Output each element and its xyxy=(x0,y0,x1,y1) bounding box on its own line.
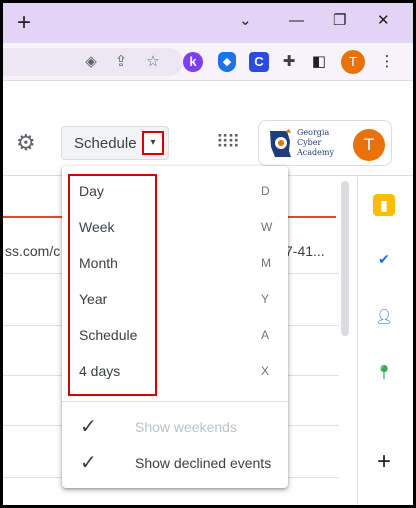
keep-icon[interactable]: ▮ xyxy=(373,194,395,216)
checkmark-icon: ✓ xyxy=(80,452,97,474)
bookmark-star-icon[interactable]: ☆ xyxy=(143,52,163,72)
chrome-menu-icon[interactable]: ⋮ xyxy=(377,52,397,72)
settings-gear-icon[interactable]: ⚙ xyxy=(16,130,36,156)
logo-line-1: Georgia xyxy=(297,128,330,137)
calendar-header: ⚙ Schedule ▾ ⠿⠿ Georgia Cyber Academy T xyxy=(3,82,413,176)
event-text-left[interactable]: ss.com/c xyxy=(5,243,60,259)
toggle-show-weekends: ✓ Show weekends xyxy=(62,408,288,444)
side-panel-icon[interactable]: ◧ xyxy=(309,52,329,72)
menu-item-label: 4 days xyxy=(79,363,121,379)
menu-item-label: Year xyxy=(79,291,108,307)
toggle-label: Show weekends xyxy=(135,419,237,435)
maps-pin-icon[interactable]: 📍︎ xyxy=(373,361,395,383)
scrollbar-thumb[interactable] xyxy=(341,181,349,336)
view-switcher-label: Schedule xyxy=(74,135,137,152)
menu-item-shortcut: X xyxy=(261,364,270,378)
toggle-label: Show declined events xyxy=(135,455,272,471)
profile-avatar[interactable]: T xyxy=(341,50,365,74)
minimize-button[interactable]: — xyxy=(289,11,304,31)
browser-toolbar: ◈ ⇪ ☆ k ◆ C ✚ ◧ T ⋮ xyxy=(3,43,413,81)
extension-k-icon[interactable]: k xyxy=(183,52,203,72)
new-tab-button[interactable]: + xyxy=(17,9,31,37)
toggle-show-declined-events[interactable]: ✓ Show declined events xyxy=(62,444,288,480)
side-panel: ▮ ✔ 👤︎ 📍︎ + xyxy=(357,177,413,505)
menu-item-month[interactable]: Month M xyxy=(62,246,288,282)
extensions-puzzle-icon[interactable]: ✚ xyxy=(279,52,299,72)
menu-item-shortcut: D xyxy=(261,184,270,198)
menu-item-label: Day xyxy=(79,183,104,199)
restore-button[interactable]: ❐ xyxy=(333,11,346,31)
menu-item-label: Week xyxy=(79,219,115,235)
georgia-cyber-academy-logo xyxy=(270,129,291,157)
lens-icon[interactable]: ◈ xyxy=(81,52,101,72)
extension-shield-icon[interactable]: ◆ xyxy=(218,52,236,72)
menu-item-year[interactable]: Year Y xyxy=(62,282,288,318)
menu-item-shortcut: W xyxy=(261,220,273,234)
tab-search-icon[interactable]: ⌄ xyxy=(239,11,252,31)
view-dropdown-menu: Day D Week W Month M Year Y Schedule A 4… xyxy=(62,166,288,488)
menu-item-shortcut: Y xyxy=(261,292,270,306)
google-apps-icon[interactable]: ⠿⠿ xyxy=(216,132,240,152)
menu-item-4-days[interactable]: 4 days X xyxy=(62,354,288,390)
title-bar: + ⌄ — ❐ ✕ xyxy=(3,3,413,43)
logo-line-2: Cyber xyxy=(297,138,322,147)
event-text-right[interactable]: 7-41... xyxy=(285,243,325,259)
menu-item-schedule[interactable]: Schedule A xyxy=(62,318,288,354)
menu-item-week[interactable]: Week W xyxy=(62,210,288,246)
account-avatar[interactable]: T xyxy=(353,129,385,161)
logo-line-3: Academy xyxy=(297,148,334,157)
share-icon[interactable]: ⇪ xyxy=(111,52,131,72)
contacts-icon[interactable]: 👤︎ xyxy=(373,305,395,327)
account-switcher[interactable]: Georgia Cyber Academy T xyxy=(258,120,392,166)
menu-item-label: Schedule xyxy=(79,327,138,343)
extension-c-icon[interactable]: C xyxy=(249,52,269,72)
logo-text: Georgia Cyber Academy xyxy=(297,128,334,158)
menu-item-day[interactable]: Day D xyxy=(62,174,288,210)
close-button[interactable]: ✕ xyxy=(377,11,390,31)
tasks-icon[interactable]: ✔ xyxy=(373,248,395,270)
browser-window: + ⌄ — ❐ ✕ ◈ ⇪ ☆ k ◆ C ✚ ◧ T ⋮ ⚙ Schedule… xyxy=(0,0,416,508)
view-switcher-button[interactable]: Schedule ▾ xyxy=(61,126,169,160)
menu-item-shortcut: M xyxy=(261,256,271,270)
checkmark-icon: ✓ xyxy=(80,416,97,438)
menu-item-shortcut: A xyxy=(261,328,270,342)
view-dropdown-arrow-icon[interactable]: ▾ xyxy=(142,131,164,155)
add-addon-button[interactable]: + xyxy=(373,450,395,474)
menu-item-label: Month xyxy=(79,255,118,271)
menu-divider xyxy=(62,401,288,402)
